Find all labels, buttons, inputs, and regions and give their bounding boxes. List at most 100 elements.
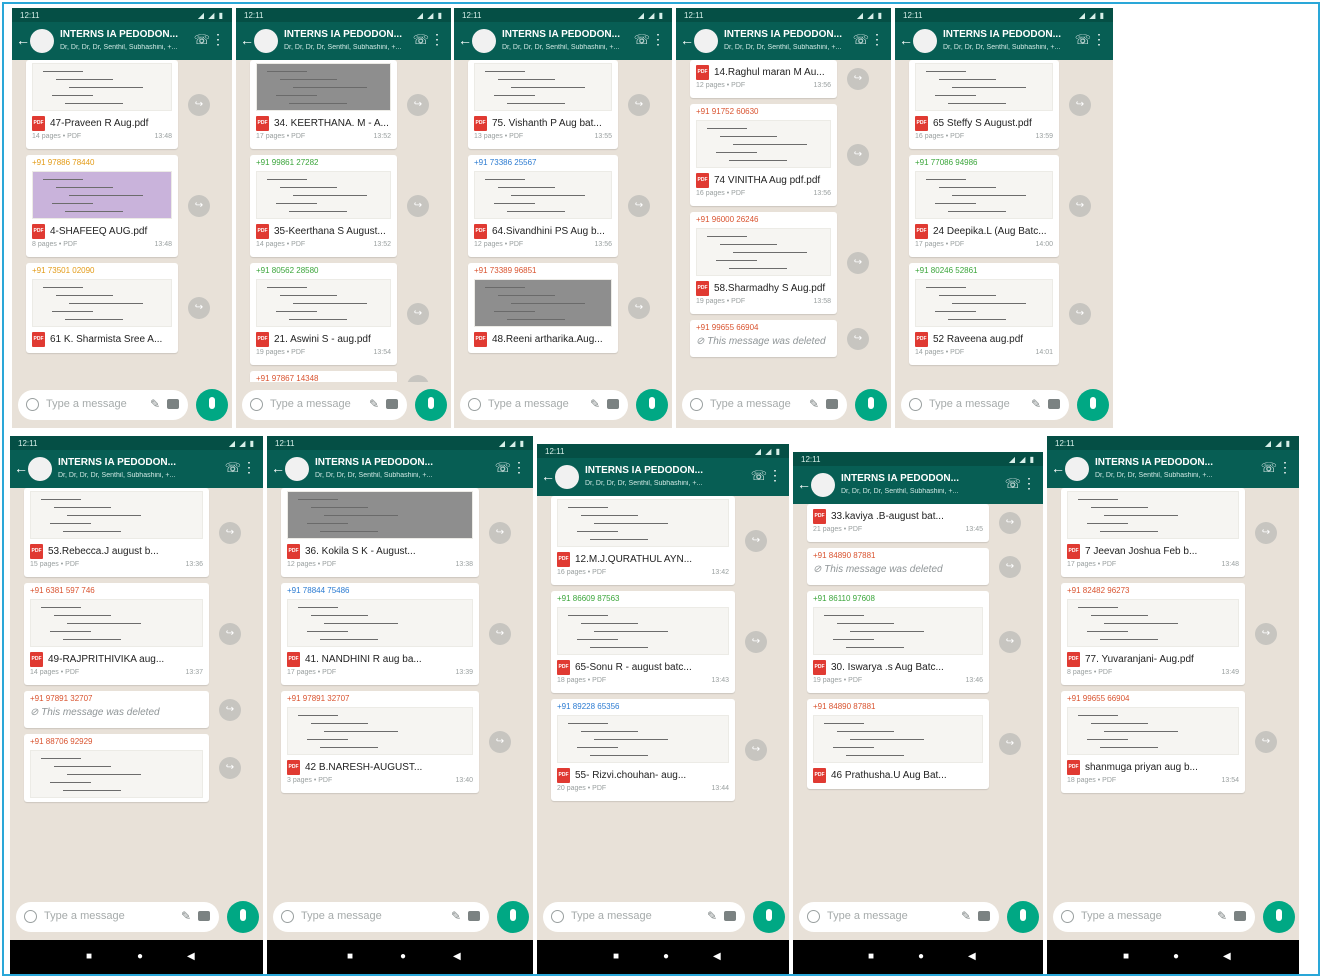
pdf-attachment[interactable]: PDF 14.Raghul maran M Au... [696, 62, 831, 82]
message-bubble[interactable]: PDF 47-Praveen R Aug.pdf 14 pages • PDF 13:… [26, 60, 178, 149]
pdf-preview-thumbnail[interactable] [474, 171, 612, 219]
group-avatar[interactable] [254, 29, 278, 53]
phone-plus-icon[interactable]: ☏ [1261, 460, 1277, 476]
more-vert-icon[interactable]: ⋮ [768, 467, 782, 484]
group-avatar[interactable] [913, 29, 937, 53]
message-sender[interactable]: +91 97891 32707 [281, 691, 479, 704]
pdf-preview-thumbnail[interactable] [915, 171, 1053, 219]
forward-icon[interactable]: ↪ [219, 757, 241, 779]
forward-icon[interactable]: ↪ [999, 512, 1021, 534]
forward-icon[interactable]: ↪ [847, 68, 869, 90]
attach-icon[interactable]: ✎ [961, 909, 971, 923]
phone-plus-icon[interactable]: ☏ [1075, 32, 1091, 48]
message-sender[interactable]: +91 80246 52861 [909, 263, 1059, 276]
phone-plus-icon[interactable]: ☏ [495, 460, 511, 476]
message-sender[interactable]: +91 86110 97608 [807, 591, 989, 604]
recent-apps-icon[interactable]: ■ [613, 951, 619, 962]
forward-icon[interactable]: ↪ [628, 297, 650, 319]
forward-icon[interactable]: ↪ [407, 195, 429, 217]
camera-icon[interactable] [607, 399, 619, 409]
emoji-icon[interactable] [24, 910, 37, 923]
message-sender[interactable]: +91 78844 75486 [281, 583, 479, 596]
chat-participants[interactable]: Dr, Dr, Dr, Dr, Senthil, Subhashini, +..… [502, 44, 628, 51]
pdf-attachment[interactable]: PDF 4-SHAFEEQ AUG.pdf [32, 221, 172, 241]
message-bubble[interactable]: +91 84890 87881 ⊘ This message was delete… [807, 548, 989, 585]
pdf-preview-thumbnail[interactable] [915, 63, 1053, 111]
pdf-attachment[interactable]: PDF 34. KEERTHANA. M - A... [256, 113, 391, 133]
more-vert-icon[interactable]: ⋮ [870, 31, 884, 48]
phone-plus-icon[interactable]: ☏ [225, 460, 241, 476]
message-sender[interactable]: +91 88706 92929 [24, 734, 209, 747]
chat-title[interactable]: INTERNS IA PEDODON... [58, 457, 219, 468]
message-input[interactable]: Type a message ✎ [682, 390, 847, 420]
emoji-icon[interactable] [468, 398, 481, 411]
message-list[interactable]: PDF 53.Rebecca.J august b... 15 pages • PD… [10, 488, 263, 894]
message-bubble[interactable]: +91 99861 27282 PDF 35-Keerthana S August.… [250, 155, 397, 257]
forward-icon[interactable]: ↪ [1069, 93, 1091, 116]
more-vert-icon[interactable]: ⋮ [430, 31, 444, 48]
message-sender[interactable]: +91 73386 25567 [468, 155, 618, 168]
message-list[interactable]: PDF 7 Jeevan Joshua Feb b... 17 pages • PD… [1047, 488, 1299, 894]
message-bubble[interactable]: PDF 12.M.J.QURATHUL AYN... 16 pages • PDF 1… [551, 496, 735, 585]
back-arrow-icon[interactable]: ← [240, 32, 254, 48]
chat-title[interactable]: INTERNS IA PEDODON... [60, 29, 188, 40]
more-vert-icon[interactable]: ⋮ [242, 459, 256, 476]
microphone-icon[interactable] [1077, 389, 1109, 421]
message-bubble[interactable]: +91 86110 97608 PDF 30. Iswarya .s Aug Bat… [807, 591, 989, 693]
emoji-icon[interactable] [1061, 910, 1074, 923]
camera-icon[interactable] [167, 399, 179, 409]
back-arrow-icon[interactable]: ← [16, 32, 30, 48]
pdf-preview-thumbnail[interactable] [287, 491, 473, 539]
pdf-preview-thumbnail[interactable] [813, 607, 983, 655]
forward-icon[interactable]: ↪ [847, 252, 869, 274]
nav-back-icon[interactable]: ◀ [453, 951, 461, 962]
phone-plus-icon[interactable]: ☏ [413, 32, 429, 48]
recent-apps-icon[interactable]: ■ [86, 951, 92, 962]
message-bubble[interactable]: +91 73389 96851 PDF 48.Reeni artharika.Aug… [468, 263, 618, 353]
pdf-preview-thumbnail[interactable] [30, 599, 203, 647]
message-list[interactable]: PDF 65 Steffy S August.pdf 16 pages • PDF 1… [895, 60, 1113, 382]
camera-icon[interactable] [826, 399, 838, 409]
camera-icon[interactable] [978, 911, 990, 921]
pdf-attachment[interactable]: PDF 52 Raveena aug.pdf [915, 329, 1053, 349]
pdf-attachment[interactable]: PDF 41. NANDHINI R aug ba... [287, 649, 473, 669]
message-list[interactable]: PDF 33.kaviya .B-august bat... 21 pages • … [793, 504, 1043, 894]
camera-icon[interactable] [724, 911, 736, 921]
phone-plus-icon[interactable]: ☏ [751, 468, 767, 484]
pdf-attachment[interactable]: PDF 75. Vishanth P Aug bat... [474, 113, 612, 133]
more-vert-icon[interactable]: ⋮ [1278, 459, 1292, 476]
message-bubble[interactable]: +91 97886 78440 PDF 4-SHAFEEQ AUG.pdf 8 pag… [26, 155, 178, 257]
camera-icon[interactable] [198, 911, 210, 921]
forward-icon[interactable]: ↪ [1069, 303, 1091, 325]
chat-participants[interactable]: Dr, Dr, Dr, Dr, Senthil, Subhashini, +..… [284, 44, 407, 51]
back-arrow-icon[interactable]: ← [541, 468, 555, 484]
message-sender[interactable]: +91 77086 94986 [909, 155, 1059, 168]
chat-title[interactable]: INTERNS IA PEDODON... [315, 457, 489, 468]
chat-participants[interactable]: Dr, Dr, Dr, Dr, Senthil, Subhashini, +..… [585, 480, 745, 487]
attach-icon[interactable]: ✎ [809, 397, 819, 411]
message-bubble[interactable]: +91 6381 597 746 PDF 49-RAJPRITHIVIKA aug.… [24, 583, 209, 685]
message-bubble[interactable]: +91 97867 14348 [250, 371, 397, 382]
forward-icon[interactable]: ↪ [745, 529, 767, 552]
phone-plus-icon[interactable]: ☏ [1005, 476, 1021, 492]
pdf-preview-thumbnail[interactable] [32, 279, 172, 327]
group-avatar[interactable] [28, 457, 52, 481]
pdf-preview-thumbnail[interactable] [474, 279, 612, 327]
pdf-attachment[interactable]: PDF 33.kaviya .B-august bat... [813, 506, 983, 526]
pdf-attachment[interactable]: PDF 64.Sivandhini PS Aug b... [474, 221, 612, 241]
pdf-preview-thumbnail[interactable] [696, 120, 831, 168]
message-bubble[interactable]: +91 73386 25567 PDF 64.Sivandhini PS Aug b… [468, 155, 618, 257]
forward-icon[interactable]: ↪ [489, 521, 511, 544]
forward-icon[interactable]: ↪ [1255, 731, 1277, 753]
pdf-preview-thumbnail[interactable] [1067, 491, 1239, 539]
pdf-attachment[interactable]: PDF 61 K. Sharmista Sree A... [32, 329, 172, 349]
pdf-preview-thumbnail[interactable] [474, 63, 612, 111]
microphone-icon[interactable] [1263, 901, 1295, 933]
chat-participants[interactable]: Dr, Dr, Dr, Dr, Senthil, Subhashini, +..… [1095, 472, 1255, 479]
back-arrow-icon[interactable]: ← [1051, 460, 1065, 476]
forward-icon[interactable]: ↪ [489, 731, 511, 753]
message-bubble[interactable]: +91 80562 28580 PDF 21. Aswini S - aug.pdf… [250, 263, 397, 365]
pdf-preview-thumbnail[interactable] [32, 171, 172, 219]
forward-icon[interactable]: ↪ [999, 733, 1021, 755]
chat-title[interactable]: INTERNS IA PEDODON... [585, 465, 745, 476]
